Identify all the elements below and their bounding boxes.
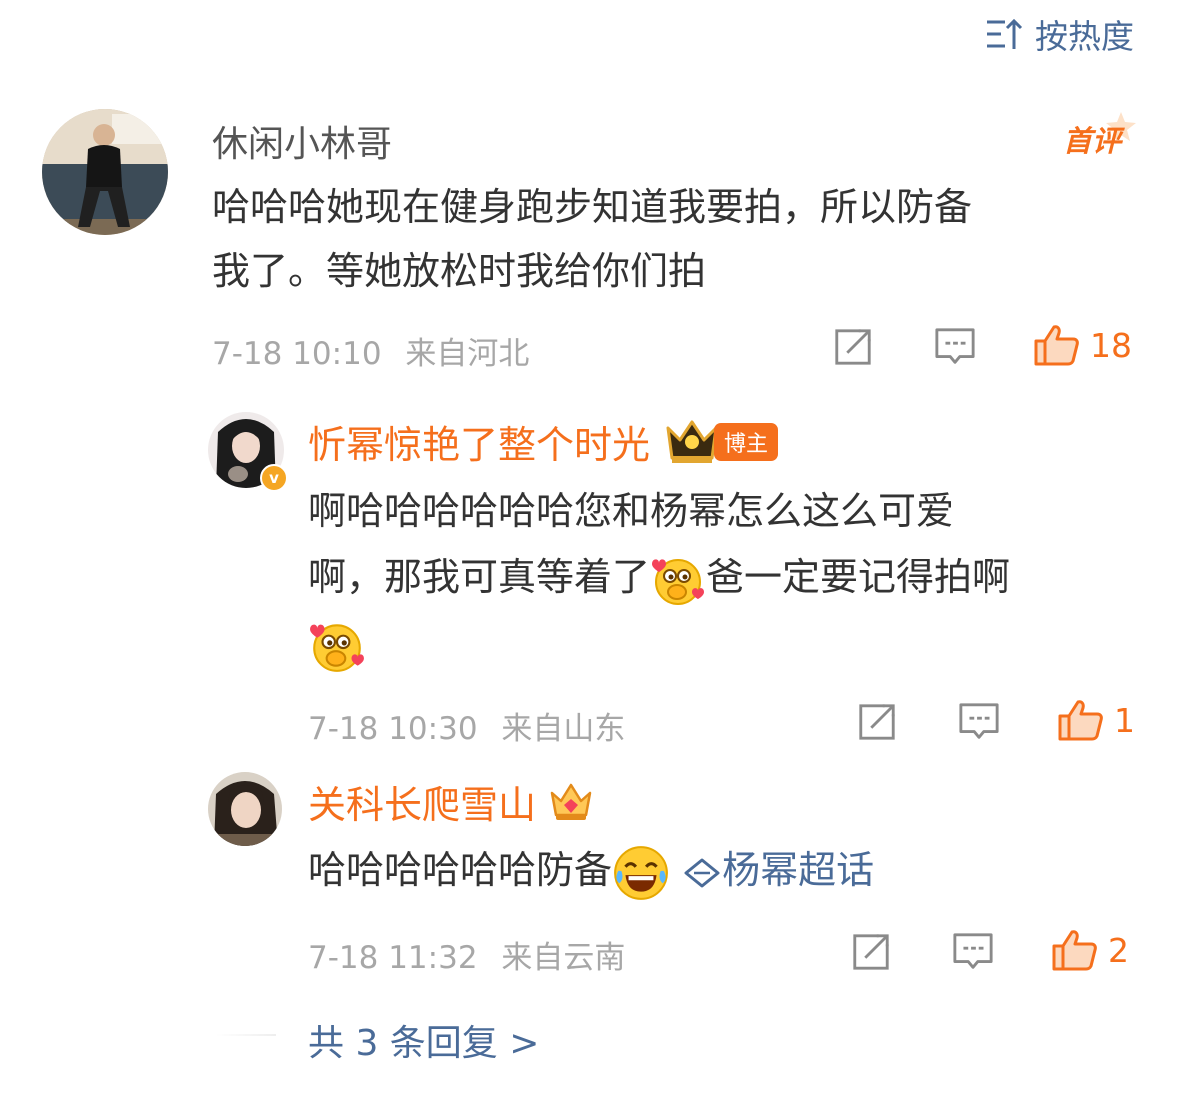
comment-text-line: 哈哈哈她现在健身跑步知道我要拍，所以防备 xyxy=(212,185,973,229)
comment-meta: 7-18 10:10 来自河北 xyxy=(212,328,529,373)
reply-button[interactable] xyxy=(934,326,976,372)
share-button[interactable] xyxy=(856,701,898,747)
crown-icon xyxy=(550,783,592,820)
host-badge: 博主 xyxy=(714,422,779,461)
reply-text-line xyxy=(308,610,1138,676)
reply-time: 7-18 11:32 xyxy=(308,940,478,976)
topic-label: 杨幂超话 xyxy=(722,848,875,892)
laughing-tears-emoji-icon xyxy=(612,844,670,902)
thumbs-up-icon xyxy=(1032,322,1080,368)
share-button[interactable] xyxy=(832,326,874,372)
first-comment-badge-label: 首评 xyxy=(1063,124,1122,158)
blush-emoji-icon xyxy=(308,617,366,675)
reply-meta: 7-18 11:32 来自云南 xyxy=(308,932,625,977)
blush-emoji-icon xyxy=(650,552,706,608)
like-button[interactable]: 18 xyxy=(1032,322,1132,368)
reply-text-fragment: 哈哈哈哈哈哈防备 xyxy=(308,848,613,892)
reply-text-line: 啊哈哈哈哈哈哈您和杨幂怎么这么可爱 xyxy=(308,489,955,533)
sort-icon xyxy=(987,18,1023,49)
reply-text-fragment: 爸一定要记得拍啊 xyxy=(706,555,1011,599)
comment-text-line: 我了。等她放松时我给你们拍 xyxy=(212,249,707,293)
comment-text: 哈哈哈她现在健身跑步知道我要拍，所以防备 我了。等她放松时我给你们拍 xyxy=(212,175,1142,303)
reply-meta: 7-18 10:30 来自山东 xyxy=(308,703,625,748)
comment-time: 7-18 10:10 xyxy=(212,336,382,372)
share-button[interactable] xyxy=(850,931,892,977)
reply-location: 来自云南 xyxy=(501,940,626,976)
topic-link[interactable]: 杨幂超话 xyxy=(682,848,874,892)
divider xyxy=(216,1034,276,1036)
reply-username[interactable]: 忻幂惊艳了整个时光 xyxy=(308,414,650,469)
comment-username[interactable]: 休闲小林哥 xyxy=(212,115,392,167)
verified-icon: v xyxy=(260,464,288,492)
diamond-icon xyxy=(684,858,720,887)
thumbs-up-icon xyxy=(1056,697,1104,743)
reply-text-line: 啊，那我可真等着了 爸一定要记得拍啊 xyxy=(308,544,1138,610)
like-button[interactable]: 1 xyxy=(1056,697,1135,743)
view-more-replies-link[interactable]: 共 3 条回复 > xyxy=(308,1014,539,1066)
reply-button[interactable] xyxy=(958,701,1000,747)
comment-location: 来自河北 xyxy=(405,336,530,372)
comment-icon xyxy=(952,931,994,973)
crown-icon xyxy=(666,420,718,463)
reply-time: 7-18 10:30 xyxy=(308,711,478,747)
avatar[interactable] xyxy=(42,109,168,235)
sort-label: 按热度 xyxy=(1035,17,1134,56)
avatar[interactable] xyxy=(208,772,282,846)
thumbs-up-icon xyxy=(1050,927,1098,973)
like-count: 18 xyxy=(1090,325,1132,365)
share-icon xyxy=(850,931,892,973)
reply-text: 啊哈哈哈哈哈哈您和杨幂怎么这么可爱 啊，那我可真等着了 爸一定要记得拍啊 xyxy=(308,478,1138,676)
share-icon xyxy=(856,701,898,743)
like-button[interactable]: 2 xyxy=(1050,927,1129,973)
reply-text-fragment: 啊，那我可真等着了 xyxy=(308,555,651,599)
like-count: 1 xyxy=(1114,700,1135,740)
comment-icon xyxy=(934,326,976,368)
reply-button[interactable] xyxy=(952,931,994,977)
first-comment-badge: 首评 xyxy=(1061,110,1137,160)
reply-location: 来自山东 xyxy=(501,711,626,747)
reply-text: 哈哈哈哈哈哈防备 杨幂超话 xyxy=(308,838,874,902)
share-icon xyxy=(832,326,874,368)
sort-by-hot-button[interactable]: 按热度 xyxy=(985,10,1134,58)
comment-icon xyxy=(958,701,1000,743)
reply-username[interactable]: 关科长爬雪山 xyxy=(308,774,536,829)
like-count: 2 xyxy=(1108,930,1129,970)
